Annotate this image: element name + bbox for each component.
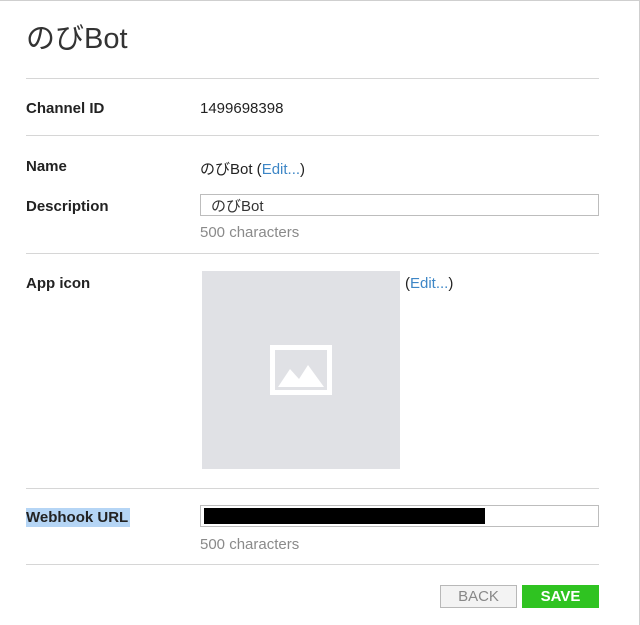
description-label: Description [26, 198, 109, 215]
app-icon-edit-row: (Edit...) [405, 275, 453, 292]
name-label: Name [26, 158, 67, 175]
divider [26, 564, 599, 565]
divider [26, 488, 599, 489]
description-input[interactable] [200, 194, 599, 216]
page-title: のびBot [26, 23, 128, 55]
name-open-paren: ( [252, 161, 262, 178]
save-button[interactable]: SAVE [522, 585, 599, 608]
back-button[interactable]: BACK [440, 585, 517, 608]
redacted-url-block [204, 508, 485, 524]
webhook-url-input[interactable] [200, 505, 599, 527]
divider [26, 135, 599, 136]
name-edit-link[interactable]: Edit... [262, 161, 300, 178]
webhook-char-limit: 500 characters [200, 536, 300, 553]
name-value: のびBot [200, 161, 253, 178]
divider [26, 253, 599, 254]
channel-id-value: 1499698398 [200, 100, 284, 117]
app-icon-close-paren: ) [448, 275, 454, 292]
app-icon-placeholder [202, 271, 400, 469]
app-icon-edit-link[interactable]: Edit... [410, 275, 448, 292]
description-char-limit: 500 characters [200, 224, 300, 241]
webhook-url-label: Webhook URL [26, 508, 131, 527]
channel-id-label: Channel ID [26, 100, 105, 117]
image-placeholder-icon [270, 345, 332, 395]
name-value-row: のびBot (Edit...) [200, 158, 305, 179]
divider [26, 78, 599, 79]
name-close-paren: ) [300, 161, 306, 178]
app-icon-label: App icon [26, 275, 91, 292]
channel-settings-page: のびBot Channel ID 1499698398 Name のびBot (… [0, 0, 640, 625]
webhook-url-label-text: Webhook URL [26, 508, 131, 527]
